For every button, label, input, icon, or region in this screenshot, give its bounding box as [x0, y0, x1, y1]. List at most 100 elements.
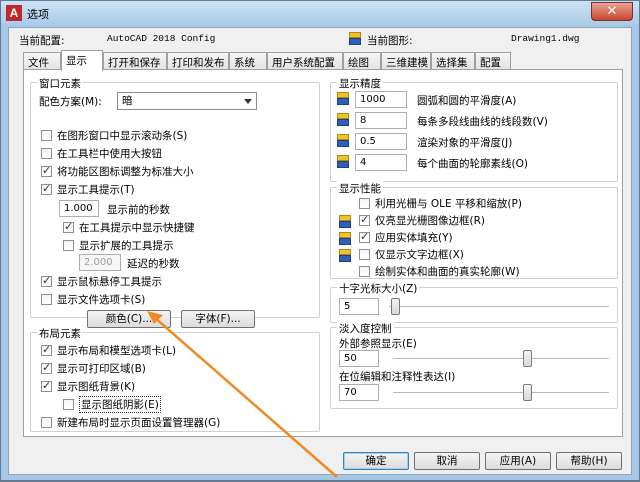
crosshair-size-input[interactable]: 5: [339, 298, 379, 315]
contour-lines-input[interactable]: 4: [355, 154, 407, 171]
cancel-button[interactable]: 取消: [414, 452, 480, 470]
extended-tooltips-checkbox[interactable]: [63, 240, 74, 251]
paper-background-checkbox[interactable]: [41, 379, 52, 392]
apply-button[interactable]: 应用(A): [485, 452, 551, 470]
text-frame-label: 仅显示文字边框(X): [375, 249, 464, 261]
fade-control-title: 淡入度控制: [337, 321, 394, 336]
tab-system[interactable]: 系统: [229, 52, 267, 70]
render-smoothness-input[interactable]: 0.5: [355, 133, 407, 150]
inplace-fade-slider-thumb[interactable]: [523, 384, 532, 401]
extended-delay-label: 延迟的秒数: [127, 258, 180, 270]
rollover-tooltips-label: 显示鼠标悬停工具提示: [57, 276, 162, 288]
page-setup-checkbox[interactable]: [41, 417, 52, 428]
color-scheme-label: 配色方案(M):: [39, 96, 102, 108]
xref-fade-label: 外部参照显示(E): [339, 338, 417, 350]
current-drawing-value: Drawing1.dwg: [511, 33, 580, 44]
rollover-tooltips-checkbox[interactable]: [41, 274, 52, 287]
arc-smoothness-label: 圆弧和圆的平滑度(A): [417, 95, 517, 107]
help-button[interactable]: 帮助(H): [556, 452, 622, 470]
layout-elements-group: 布局元素 显示布局和模型选项卡(L) 显示可打印区域(B) 显示图纸背景(K) …: [30, 326, 320, 432]
tooltips-checkbox[interactable]: [41, 182, 52, 195]
tab-user-preferences[interactable]: 用户系统配置: [267, 52, 343, 70]
tooltip-delay-input[interactable]: 1.000: [59, 200, 99, 217]
tab-open-save[interactable]: 打开和保存: [103, 52, 167, 70]
layout-elements-title: 布局元素: [37, 326, 83, 341]
tab-profiles[interactable]: 配置: [475, 52, 511, 70]
tab-display[interactable]: 显示: [61, 50, 103, 71]
drawing-icon: [347, 30, 365, 48]
paper-shadow-label: 显示图纸阴影(E): [79, 396, 161, 413]
ribbon-icons-label: 将功能区图标调整为标准大小: [57, 166, 194, 178]
solid-fill-checkbox[interactable]: [359, 230, 370, 243]
inplace-fade-slider-track[interactable]: [393, 392, 609, 394]
fonts-button[interactable]: 字体(F)...: [181, 310, 255, 328]
crosshair-size-title: 十字光标大小(Z): [337, 281, 420, 296]
crosshair-slider-track[interactable]: [389, 306, 609, 308]
text-frame-checkbox[interactable]: [359, 249, 370, 260]
raster-frame-checkbox[interactable]: [359, 213, 370, 226]
silhouettes-checkbox[interactable]: [359, 266, 370, 277]
drawing-icon: [337, 247, 355, 265]
display-performance-title: 显示性能: [337, 181, 383, 196]
xref-fade-input[interactable]: 50: [339, 350, 379, 367]
dialog-client: 当前配置: AutoCAD 2018 Config 当前图形: Drawing1…: [8, 27, 632, 475]
fade-control-group: 淡入度控制 外部参照显示(E) 50 在位编辑和注释性表达(I) 70: [330, 321, 618, 409]
large-buttons-label: 在工具栏中使用大按钮: [57, 148, 162, 160]
current-drawing-label: 当前图形:: [367, 35, 413, 47]
display-performance-group: 显示性能 利用光栅与 OLE 平移和缩放(P) 仅亮显光栅图像边框(R) 应用实…: [330, 181, 618, 279]
ok-button[interactable]: 确定: [343, 452, 409, 470]
xref-fade-slider-thumb[interactable]: [523, 350, 532, 367]
profile-row: 当前配置: AutoCAD 2018 Config 当前图形: Drawing1…: [9, 28, 631, 48]
layout-tabs-checkbox[interactable]: [41, 343, 52, 356]
tooltips-label: 显示工具提示(T): [57, 184, 135, 196]
display-tab-pane: 窗口元素 配色方案(M): 暗 在图形窗口中显示滚动条(S) 在工具栏中使用大按…: [23, 69, 623, 437]
drawing-icon: [337, 213, 355, 231]
tab-3d-modeling[interactable]: 三维建模: [381, 52, 431, 70]
crosshair-slider-thumb[interactable]: [391, 298, 400, 315]
raster-ole-checkbox[interactable]: [359, 198, 370, 209]
render-smoothness-label: 渲染对象的平滑度(J): [417, 137, 513, 149]
tab-files[interactable]: 文件: [23, 52, 61, 70]
chevron-down-icon: [244, 99, 252, 104]
large-buttons-checkbox[interactable]: [41, 148, 52, 159]
display-resolution-group: 显示精度 1000 圆弧和圆的平滑度(A) 8 每条多段线曲线的线段数(V) 0…: [330, 76, 618, 182]
tab-selection[interactable]: 选择集: [431, 52, 475, 70]
tooltip-delay-label: 显示前的秒数: [107, 204, 170, 216]
contour-lines-label: 每个曲面的轮廓素线(O): [417, 158, 528, 170]
window-title: 选项: [27, 8, 49, 21]
colors-button[interactable]: 颜色(C)...: [87, 310, 171, 328]
paper-shadow-checkbox[interactable]: [63, 399, 74, 410]
raster-ole-label: 利用光栅与 OLE 平移和缩放(P): [375, 198, 522, 210]
drawing-icon: [335, 111, 353, 129]
printable-area-checkbox[interactable]: [41, 361, 52, 374]
window-elements-group: 窗口元素 配色方案(M): 暗 在图形窗口中显示滚动条(S) 在工具栏中使用大按…: [30, 76, 320, 328]
window-elements-title: 窗口元素: [37, 76, 83, 91]
title-bar[interactable]: A 选项 ✕: [1, 1, 639, 25]
arc-smoothness-input[interactable]: 1000: [355, 91, 407, 108]
raster-frame-label: 仅亮显光栅图像边框(R): [375, 215, 485, 227]
scrollbars-label: 在图形窗口中显示滚动条(S): [57, 130, 188, 142]
polyline-segments-label: 每条多段线曲线的线段数(V): [417, 116, 548, 128]
crosshair-size-group: 十字光标大小(Z) 5: [330, 281, 618, 323]
polyline-segments-input[interactable]: 8: [355, 112, 407, 129]
options-dialog: A 选项 ✕ 当前配置: AutoCAD 2018 Config 当前图形: D…: [0, 0, 640, 481]
tab-drafting[interactable]: 绘图: [343, 52, 381, 70]
printable-area-label: 显示可打印区域(B): [57, 363, 146, 375]
drawing-icon: [335, 153, 353, 171]
scrollbars-checkbox[interactable]: [41, 130, 52, 141]
solid-fill-label: 应用实体填充(Y): [375, 232, 453, 244]
file-tabs-checkbox[interactable]: [41, 294, 52, 305]
ribbon-icons-checkbox[interactable]: [41, 164, 52, 177]
paper-background-label: 显示图纸背景(K): [57, 381, 136, 393]
extended-delay-input: 2.000: [79, 254, 121, 271]
color-scheme-select[interactable]: 暗: [117, 92, 257, 110]
drawing-icon: [335, 90, 353, 108]
close-icon: ✕: [606, 4, 618, 19]
shortcut-keys-checkbox[interactable]: [63, 220, 74, 233]
close-button[interactable]: ✕: [591, 2, 633, 21]
file-tabs-label: 显示文件选项卡(S): [57, 294, 146, 306]
inplace-fade-input[interactable]: 70: [339, 384, 379, 401]
xref-fade-slider-track[interactable]: [393, 358, 609, 360]
tab-plot-publish[interactable]: 打印和发布: [167, 52, 229, 70]
inplace-fade-label: 在位编辑和注释性表达(I): [339, 371, 456, 383]
